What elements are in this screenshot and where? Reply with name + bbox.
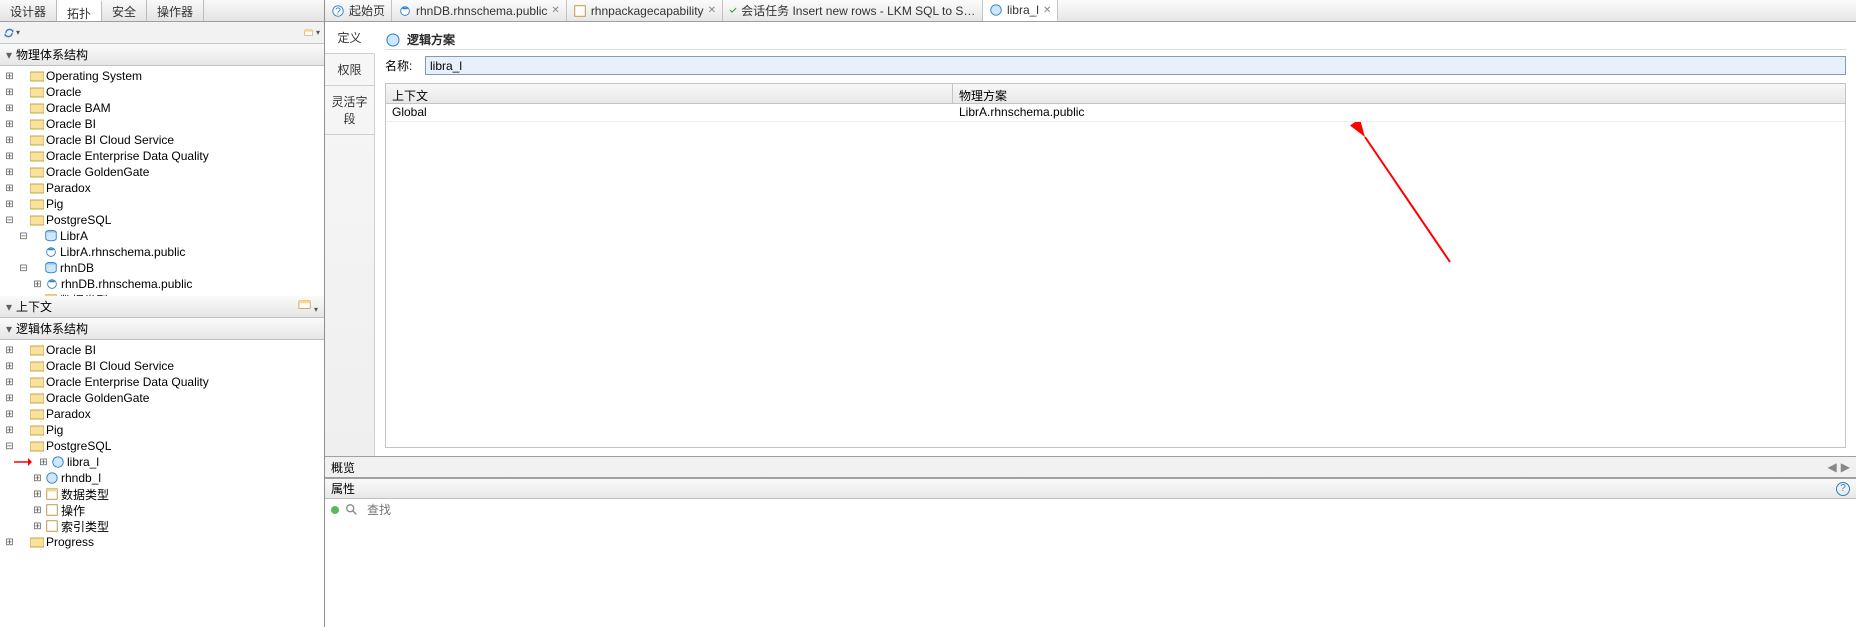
tree-node[interactable]: ⊞Oracle BAM	[4, 100, 324, 116]
form-area: 逻辑方案 名称: 上下文 物理方案 Global LibrA.rhnschema…	[375, 22, 1856, 456]
section-header: 逻辑方案	[385, 30, 1846, 50]
tab-rhnpackagecapability[interactable]: rhnpackagecapability✕	[567, 0, 723, 21]
tree-node-datatypes-l[interactable]: ⊞数据类型	[4, 486, 324, 502]
grid-col-physical-schema[interactable]: 物理方案	[953, 84, 1845, 103]
close-icon[interactable]: ✕	[551, 5, 559, 16]
tree-node[interactable]: ⊞Paradox	[4, 180, 324, 196]
tree-node-rhndb-schema[interactable]: ⊞rhnDB.rhnschema.public	[4, 276, 324, 292]
tree-node[interactable]: ⊞Progress	[4, 534, 324, 550]
overview-strip[interactable]: 概览 ◀ ▶	[325, 456, 1856, 478]
properties-title: 属性	[331, 480, 355, 497]
form-tab-flex[interactable]: 灵活字段	[325, 86, 374, 135]
tab-operator[interactable]: 操作器	[147, 0, 204, 21]
panel-physical-title: 物理体系结构	[16, 46, 88, 63]
tree-node-idx-l[interactable]: ⊞索引类型	[4, 518, 324, 534]
tree-node[interactable]: ⊞Oracle Enterprise Data Quality	[4, 374, 324, 390]
tree-node-postgresql[interactable]: ⊟PostgreSQL	[4, 212, 324, 228]
tree-node[interactable]: ⊞Pig	[4, 196, 324, 212]
tree-node[interactable]: ⊞Paradox	[4, 406, 324, 422]
tab-libra-l[interactable]: libra_l✕	[983, 0, 1058, 21]
properties-search-input[interactable]	[365, 502, 1850, 518]
tree-node-rhndb-l[interactable]: ⊞rhndb_l	[4, 470, 324, 486]
tab-rhndb-schema[interactable]: rhnDB.rhnschema.public✕	[392, 0, 567, 21]
close-icon[interactable]: ✕	[708, 5, 716, 16]
tree-node[interactable]: ⊞Oracle BI	[4, 342, 324, 358]
physical-tree: ⊞Operating System ⊞Oracle ⊞Oracle BAM ⊞O…	[0, 66, 324, 296]
tree-node[interactable]: ⊞Oracle BI Cloud Service	[4, 132, 324, 148]
tree-node-libra[interactable]: ⊟LibrA	[4, 228, 324, 244]
tab-topology[interactable]: 拓扑	[57, 0, 102, 21]
grid-cell-context: Global	[386, 104, 953, 121]
svg-text:?: ?	[335, 5, 341, 17]
form-tab-strip: 定义 权限 灵活字段	[325, 22, 375, 456]
table-row[interactable]: Global LibrA.rhnschema.public	[386, 104, 1845, 122]
panel-context-title: 上下文	[16, 298, 52, 315]
logical-schema-icon	[385, 32, 401, 48]
form-tab-permissions[interactable]: 权限	[325, 54, 374, 86]
tree-node[interactable]: ⊞Oracle GoldenGate	[4, 164, 324, 180]
form-tab-definition[interactable]: 定义	[325, 22, 375, 54]
tree-node[interactable]: ⊞Oracle	[4, 84, 324, 100]
tree-node-rhndb[interactable]: ⊟rhnDB	[4, 260, 324, 276]
tree-node-postgresql-l[interactable]: ⊟PostgreSQL	[4, 438, 324, 454]
refresh-icon[interactable]	[4, 25, 20, 41]
tab-security[interactable]: 安全	[102, 0, 147, 21]
name-label: 名称:	[385, 57, 417, 74]
status-dot-icon	[331, 506, 339, 514]
tree-node[interactable]: ⊞Oracle GoldenGate	[4, 390, 324, 406]
context-grid: 上下文 物理方案 Global LibrA.rhnschema.public	[385, 83, 1846, 448]
main-tab-strip: 设计器 拓扑 安全 操作器	[0, 0, 324, 22]
panel-logical-header[interactable]: ▾ 逻辑体系结构	[0, 318, 324, 340]
scroll-right-icon[interactable]: ▶	[1841, 460, 1850, 474]
editor-tab-strip: ?起始页 rhnDB.rhnschema.public✕ rhnpackagec…	[325, 0, 1856, 22]
close-icon[interactable]: ✕	[1043, 5, 1051, 16]
tab-session-task[interactable]: 会话任务 Insert new rows - LKM SQL to SQL (B…	[723, 0, 983, 21]
tree-node[interactable]: ⊞Oracle BI Cloud Service	[4, 358, 324, 374]
panel-context-header[interactable]: ▾ 上下文	[0, 296, 324, 318]
left-tool-strip	[0, 22, 324, 44]
search-icon	[345, 503, 359, 517]
tree-node[interactable]: ⊞Pig	[4, 422, 324, 438]
overview-label: 概览	[331, 459, 355, 476]
panel-logical-title: 逻辑体系结构	[16, 320, 88, 337]
annotation-arrow-icon	[14, 457, 32, 467]
tree-node-libra-schema[interactable]: LibrA.rhnschema.public	[4, 244, 324, 260]
tree-node-libra-l[interactable]: ⊞libra_l	[4, 454, 324, 470]
grid-cell-physical-schema: LibrA.rhnschema.public	[953, 104, 1845, 121]
logical-tree: ⊞Oracle BI ⊞Oracle BI Cloud Service ⊞Ora…	[0, 340, 324, 552]
collapse-icon: ▾	[6, 322, 16, 336]
properties-panel: 属性 ?	[325, 478, 1856, 627]
context-toolbar-icon[interactable]	[298, 298, 318, 315]
tab-start-page[interactable]: ?起始页	[325, 0, 392, 21]
help-icon[interactable]: ?	[1836, 482, 1850, 496]
tree-node[interactable]: ⊞Operating System	[4, 68, 324, 84]
collapse-icon: ▾	[6, 48, 16, 62]
name-input[interactable]	[425, 56, 1846, 75]
tree-node-ops-l[interactable]: ⊞操作	[4, 502, 324, 518]
scroll-left-icon[interactable]: ◀	[1828, 460, 1837, 474]
grid-col-context[interactable]: 上下文	[386, 84, 953, 103]
tree-node[interactable]: ⊞Oracle Enterprise Data Quality	[4, 148, 324, 164]
tree-node[interactable]: ⊞Oracle BI	[4, 116, 324, 132]
section-title: 逻辑方案	[407, 31, 455, 48]
collapse-icon: ▾	[6, 300, 16, 314]
tab-designer[interactable]: 设计器	[0, 0, 57, 21]
panel-physical-header[interactable]: ▾ 物理体系结构	[0, 44, 324, 66]
toolbar-menu-icon[interactable]	[304, 25, 320, 41]
